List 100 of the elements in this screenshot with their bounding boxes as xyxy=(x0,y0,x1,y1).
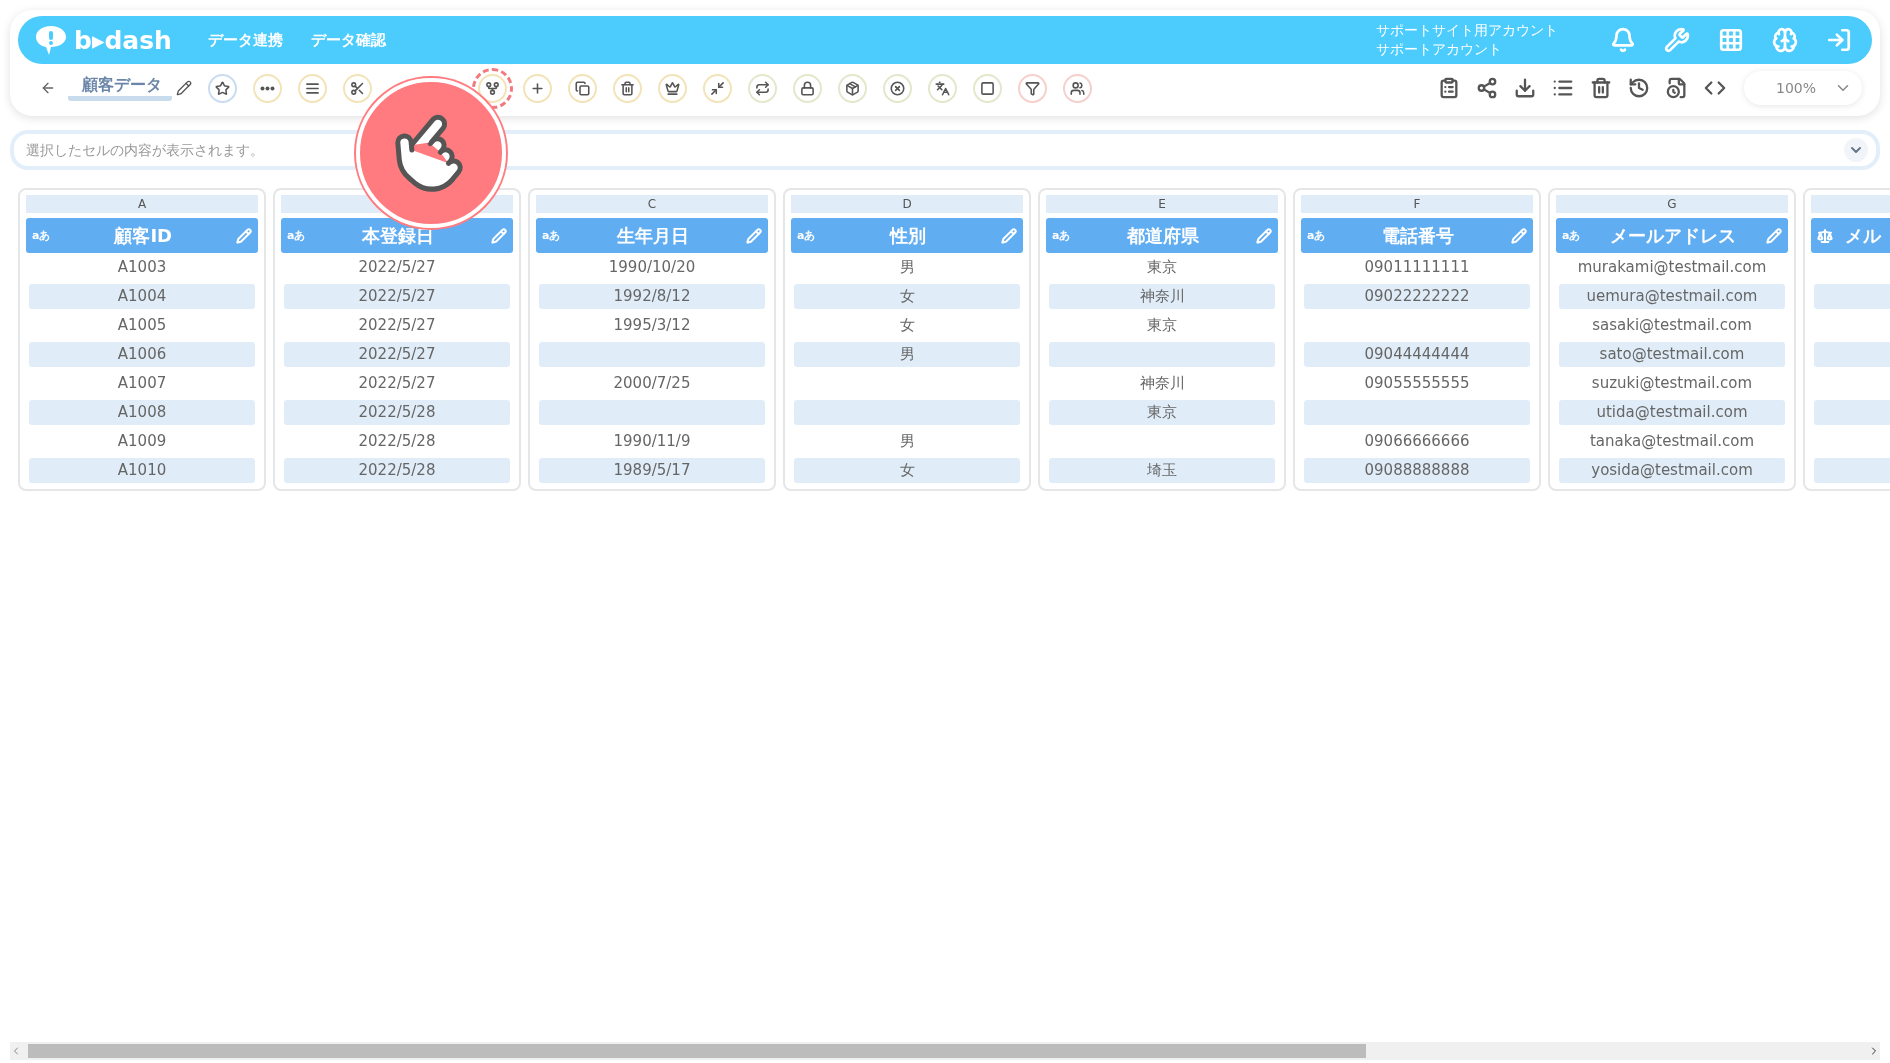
table-cell[interactable]: 09011111111 xyxy=(1304,255,1530,280)
table-cell[interactable]: 東京 xyxy=(1049,313,1275,338)
table-cell[interactable]: 09055555555 xyxy=(1304,371,1530,396)
column-letter[interactable]: D xyxy=(791,195,1023,213)
table-cell[interactable]: A1010 xyxy=(29,458,255,483)
column-letter[interactable]: G xyxy=(1556,195,1788,213)
tool-button[interactable] xyxy=(568,73,597,103)
table-cell[interactable]: 2022/5/27 xyxy=(284,313,510,338)
type-label: aあ xyxy=(287,228,306,243)
table-cell[interactable] xyxy=(1304,400,1530,425)
table-cell[interactable]: sato@testmail.com xyxy=(1559,342,1785,367)
download-icon[interactable] xyxy=(1514,77,1536,99)
table-cell[interactable]: A1003 xyxy=(29,255,255,280)
table-cell[interactable]: 2022/5/27 xyxy=(284,371,510,396)
tool-button[interactable] xyxy=(748,73,777,103)
table-cell[interactable]: 神奈川 xyxy=(1049,284,1275,309)
tool-button[interactable] xyxy=(658,73,687,103)
tool-button[interactable] xyxy=(793,73,822,103)
star-icon xyxy=(215,80,230,96)
table-cell[interactable]: 09022222222 xyxy=(1304,284,1530,309)
repeat-icon xyxy=(755,80,770,96)
people-icon xyxy=(1070,80,1085,96)
table-cell[interactable]: 2022/5/27 xyxy=(284,284,510,309)
zoom-select[interactable]: 100% xyxy=(1744,71,1862,105)
table-cell[interactable]: A1009 xyxy=(29,429,255,454)
table-cell[interactable]: 2022/5/28 xyxy=(284,400,510,425)
table-cell[interactable]: 1995/3/12 xyxy=(539,313,765,338)
tool-button[interactable] xyxy=(973,73,1002,103)
table-cell[interactable]: sasaki@testmail.com xyxy=(1559,313,1785,338)
table-cell[interactable]: 男 xyxy=(794,342,1020,367)
table-cell[interactable]: 女 xyxy=(794,313,1020,338)
table-cell[interactable]: 1989/5/17 xyxy=(539,458,765,483)
table-cell[interactable]: 1990/11/9 xyxy=(539,429,765,454)
table-cell[interactable]: utida@testmail.com xyxy=(1559,400,1785,425)
table-cell[interactable]: A1004 xyxy=(29,284,255,309)
table-cell[interactable]: 女 xyxy=(794,458,1020,483)
tool-button[interactable] xyxy=(343,73,372,103)
scale-icon xyxy=(1817,227,1833,244)
table-cell[interactable]: uemura@testmail.com xyxy=(1559,284,1785,309)
fork-icon xyxy=(485,80,500,96)
table-cell[interactable]: 埼玉 xyxy=(1049,458,1275,483)
square-icon xyxy=(980,80,995,96)
table-cell[interactable]: 09088888888 xyxy=(1304,458,1530,483)
table-cell[interactable]: 09044444444 xyxy=(1304,342,1530,367)
table-cell[interactable]: suzuki@testmail.com xyxy=(1559,371,1785,396)
column-letter[interactable]: F xyxy=(1301,195,1533,213)
table-cell[interactable] xyxy=(794,400,1020,425)
table-cell[interactable]: 男 xyxy=(794,429,1020,454)
crown-icon xyxy=(665,80,680,96)
trash-icon[interactable] xyxy=(1590,77,1612,99)
table-cell[interactable]: 女 xyxy=(794,284,1020,309)
table-cell[interactable]: A1006 xyxy=(29,342,255,367)
table-cell[interactable] xyxy=(1049,342,1275,367)
column-letter[interactable]: E xyxy=(1046,195,1278,213)
edit-icon[interactable] xyxy=(176,80,192,96)
list-icon[interactable] xyxy=(1552,77,1574,99)
tool-button[interactable] xyxy=(838,73,867,103)
horizontal-scrollbar[interactable] xyxy=(10,1042,1880,1060)
tool-button[interactable] xyxy=(703,73,732,103)
table-cell[interactable]: 1992/8/12 xyxy=(539,284,765,309)
table-cell[interactable] xyxy=(539,342,765,367)
table-cell[interactable]: 2022/5/28 xyxy=(284,429,510,454)
table-cell[interactable]: A1007 xyxy=(29,371,255,396)
column-letter[interactable]: C xyxy=(536,195,768,213)
x-circle-icon xyxy=(890,80,905,96)
tool-button[interactable] xyxy=(1063,73,1092,103)
clipboard-icon[interactable] xyxy=(1438,77,1460,99)
table-cell[interactable]: 2000/7/25 xyxy=(539,371,765,396)
file-icon[interactable] xyxy=(1666,77,1688,99)
table-cell[interactable]: yosida@testmail.com xyxy=(1559,458,1785,483)
tool-button[interactable] xyxy=(928,73,957,103)
tool-button[interactable] xyxy=(253,73,282,103)
share-icon[interactable] xyxy=(1476,77,1498,99)
table-cell[interactable]: 2022/5/27 xyxy=(284,255,510,280)
history-icon[interactable] xyxy=(1628,77,1650,99)
table-cell[interactable]: A1008 xyxy=(29,400,255,425)
copy-icon xyxy=(575,80,590,96)
tool-button[interactable] xyxy=(523,73,552,103)
column-letter[interactable]: A xyxy=(26,195,258,213)
table-cell[interactable]: 神奈川 xyxy=(1049,371,1275,396)
table-cell[interactable]: tanaka@testmail.com xyxy=(1559,429,1785,454)
tool-button[interactable] xyxy=(298,73,327,103)
table-cell[interactable]: 東京 xyxy=(1049,400,1275,425)
tool-button[interactable] xyxy=(208,73,237,103)
tool-button[interactable] xyxy=(1018,73,1047,103)
tool-button[interactable] xyxy=(883,73,912,103)
table-cell[interactable]: 1990/10/20 xyxy=(539,255,765,280)
lines-icon xyxy=(305,80,320,96)
column-name: メル xyxy=(1844,223,1883,248)
table-cell[interactable]: 男 xyxy=(794,255,1020,280)
table-cell[interactable] xyxy=(539,400,765,425)
tool-button[interactable] xyxy=(613,73,642,103)
table-cell[interactable]: 2022/5/28 xyxy=(284,458,510,483)
table-cell[interactable]: 東京 xyxy=(1049,255,1275,280)
column-name: 生年月日 xyxy=(616,223,691,248)
table-cell[interactable]: murakami@testmail.com xyxy=(1559,255,1785,280)
back-icon[interactable] xyxy=(40,80,56,96)
table-cell[interactable]: 2022/5/27 xyxy=(284,342,510,367)
table-cell[interactable]: A1005 xyxy=(29,313,255,338)
table-cell[interactable]: 09066666666 xyxy=(1304,429,1530,454)
